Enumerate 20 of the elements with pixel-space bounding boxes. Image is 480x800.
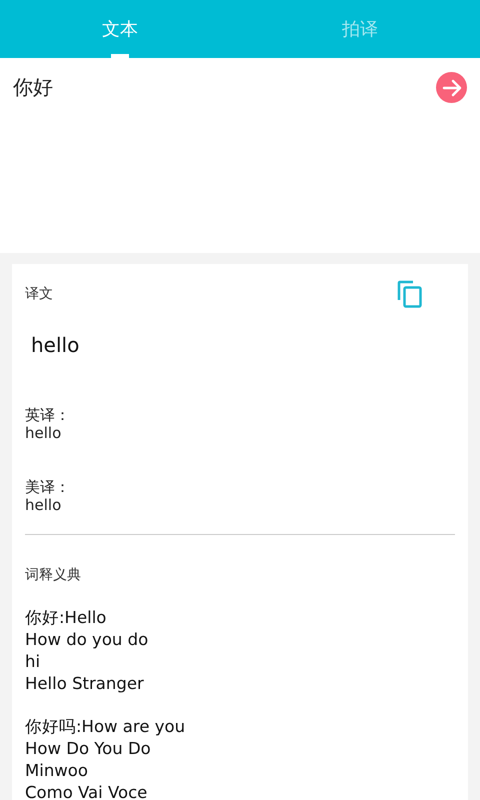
translate-button[interactable] (436, 72, 467, 103)
pronunciation-text: hello (25, 496, 62, 514)
dictionary-line: Hello Stranger (25, 673, 145, 695)
dictionary-line: hi (25, 651, 42, 673)
input-field[interactable]: 你好 (0, 58, 480, 253)
pronunciation-label: 英译： (25, 406, 71, 424)
section-label: 词释义典 (25, 566, 82, 585)
dictionary-line: Minwoo (25, 760, 89, 782)
dictionary-line: How Do You Do (25, 738, 152, 760)
dictionary-line: 你好:Hello (25, 607, 108, 629)
pronunciation-label: 美译： (25, 478, 71, 496)
section-label: 译文 (25, 285, 53, 304)
tab[interactable]: 文本 (0, 0, 240, 58)
pronunciation-text: hello (25, 424, 62, 442)
dictionary-line: How do you do (25, 629, 150, 651)
copy-icon[interactable] (397, 280, 423, 308)
dictionary-line: Como Vai Voce (25, 782, 148, 800)
tab[interactable]: 拍译 (240, 0, 480, 58)
translation-text: hello (31, 332, 80, 359)
dictionary-line: 你好吗:How are you (25, 716, 186, 738)
